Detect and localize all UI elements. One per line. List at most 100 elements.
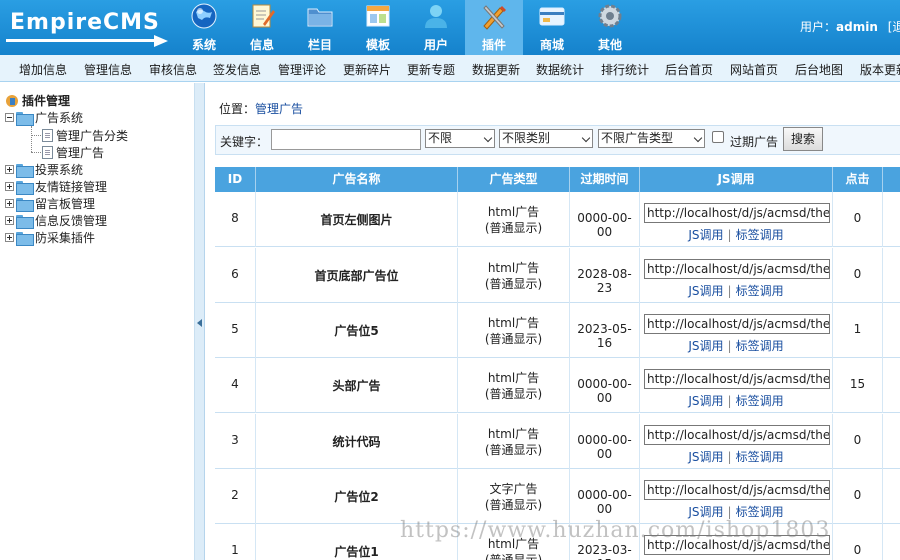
tag-call-link[interactable]: 标签调用 — [736, 505, 784, 519]
quick-review-info[interactable]: 审核信息 — [149, 61, 197, 78]
tree-guestbook[interactable]: 留言板管理 — [5, 195, 95, 212]
quick-update-fragments[interactable]: 更新碎片 — [343, 61, 391, 78]
ad-id: 4 — [231, 377, 239, 391]
expand-icon[interactable] — [5, 233, 14, 242]
ad-name[interactable]: 广告位5 — [256, 322, 457, 339]
tree-root[interactable]: 插件管理 — [5, 92, 70, 109]
cell-js: http://localhost/d/js/acmsd/thea3 JS调用 | 标… — [640, 414, 833, 469]
ad-clicks: 0 — [853, 267, 862, 281]
tag-call-link[interactable]: 标签调用 — [736, 450, 784, 464]
scope-select-value: 不限 — [428, 131, 453, 145]
ad-name[interactable]: 统计代码 — [256, 433, 457, 450]
ad-name[interactable]: 首页左侧图片 — [256, 211, 457, 228]
tree-item-label: 广告系统 — [35, 111, 84, 125]
tree-friend-links[interactable]: 友情链接管理 — [5, 178, 107, 195]
tree-feedback[interactable]: 信息反馈管理 — [5, 212, 107, 229]
js-url-field[interactable]: http://localhost/d/js/acmsd/thea4 — [644, 369, 830, 389]
topnav-template[interactable]: 模板 — [349, 0, 407, 55]
ad-display-mode: (普通显示) — [484, 221, 543, 235]
search-button[interactable]: 搜索 — [783, 127, 823, 151]
collapse-arrow-icon[interactable] — [197, 319, 202, 327]
tree-connector — [31, 152, 41, 153]
tree-item-label: 信息反馈管理 — [35, 214, 108, 228]
quick-manage-comments[interactable]: 管理评论 — [278, 61, 326, 78]
topnav-shop[interactable]: 商城 — [523, 0, 581, 55]
ad-type-select[interactable]: 不限广告类型 — [598, 129, 705, 148]
js-call-link[interactable]: JS调用 — [688, 505, 723, 519]
js-url-field[interactable]: http://localhost/d/js/acmsd/thea3 — [644, 425, 830, 445]
quick-manage-info[interactable]: 管理信息 — [84, 61, 132, 78]
expired-checkbox[interactable] — [712, 131, 724, 143]
quick-admin-home[interactable]: 后台首页 — [665, 61, 713, 78]
cell-id: 1 — [215, 524, 256, 560]
quick-sign-info[interactable]: 签发信息 — [213, 61, 261, 78]
ad-expire: 2023-05-16 — [577, 322, 632, 350]
logout-link[interactable]: [退 — [888, 20, 900, 34]
ad-name[interactable]: 广告位2 — [256, 488, 457, 505]
tag-call-link[interactable]: 标签调用 — [736, 284, 784, 298]
expand-icon[interactable] — [5, 216, 14, 225]
cell-js: http://localhost/d/js/acmsd/thea2 JS调用 | 标… — [640, 469, 833, 524]
quick-data-update[interactable]: 数据更新 — [472, 61, 520, 78]
tree-vote-system[interactable]: 投票系统 — [5, 161, 83, 178]
js-call-link[interactable]: JS调用 — [688, 450, 723, 464]
tag-call-link[interactable]: 标签调用 — [736, 394, 784, 408]
quick-data-stats[interactable]: 数据统计 — [536, 61, 584, 78]
tree-anti-scrape[interactable]: 防采集插件 — [5, 229, 95, 246]
table-row: 3 统计代码 html广告 (普通显示) 0000-00-00 http://lo… — [215, 414, 900, 469]
cell-js: http://localhost/d/js/acmsd/thea6 JS调用 | 标… — [640, 248, 833, 303]
tag-call-link[interactable]: 标签调用 — [736, 339, 784, 353]
table-row: 4 头部广告 html广告 (普通显示) 0000-00-00 http://lo… — [215, 358, 900, 413]
cell-expire: 0000-00-00 — [570, 358, 640, 413]
quick-update-topics[interactable]: 更新专题 — [407, 61, 455, 78]
expand-icon[interactable] — [5, 182, 14, 191]
tree-ad-system[interactable]: 广告系统 — [5, 109, 83, 126]
collapse-icon[interactable] — [5, 113, 14, 122]
category-select[interactable]: 不限类别 — [499, 129, 593, 148]
empirecms-logo[interactable]: EmpireCMS — [6, 8, 171, 48]
breadcrumb-link[interactable]: 管理广告 — [255, 102, 303, 116]
scope-select[interactable]: 不限 — [425, 129, 495, 148]
keyword-input[interactable] — [271, 129, 421, 150]
js-url-field[interactable]: http://localhost/d/js/acmsd/thea5 — [644, 314, 830, 334]
tree-connector — [31, 135, 41, 136]
expand-icon[interactable] — [5, 165, 14, 174]
tree-manage-ad-category[interactable]: 管理广告分类 — [42, 127, 128, 144]
folder-icon — [16, 163, 34, 178]
js-url-field[interactable]: http://localhost/d/js/acmsd/thea2 — [644, 480, 830, 500]
folder-icon — [16, 180, 34, 195]
js-call-link[interactable]: JS调用 — [688, 339, 723, 353]
ad-id: 2 — [231, 488, 239, 502]
keyword-label: 关键字： — [220, 135, 269, 149]
separator: | — [727, 450, 732, 464]
cell-js: http://localhost/d/js/acmsd/thea8 JS调用 | 标… — [640, 192, 833, 247]
topnav-column[interactable]: 栏目 — [291, 0, 349, 55]
cell-type: html广告 (普通显示) — [458, 358, 570, 413]
js-call-link[interactable]: JS调用 — [688, 228, 723, 242]
folder-icon — [16, 197, 34, 212]
js-call-link[interactable]: JS调用 — [688, 394, 723, 408]
tag-call-link[interactable]: 标签调用 — [736, 228, 784, 242]
topnav-plugins[interactable]: 插件 — [465, 0, 523, 55]
quick-add-info[interactable]: 增加信息 — [19, 61, 67, 78]
globe-icon — [191, 3, 217, 29]
quick-version-update[interactable]: 版本更新 — [860, 61, 900, 78]
topnav-info[interactable]: 信息 — [233, 0, 291, 55]
js-call-link[interactable]: JS调用 — [688, 284, 723, 298]
quick-rank-stats[interactable]: 排行统计 — [601, 61, 649, 78]
ad-name[interactable]: 广告位1 — [256, 543, 457, 560]
ad-name[interactable]: 首页底部广告位 — [256, 267, 457, 284]
topnav-system[interactable]: 系统 — [175, 0, 233, 55]
js-url-field[interactable]: http://localhost/d/js/acmsd/thea6 — [644, 259, 830, 279]
quick-admin-map[interactable]: 后台地图 — [795, 61, 843, 78]
tree-manage-ads[interactable]: 管理广告 — [42, 144, 104, 161]
js-url-field[interactable]: http://localhost/d/js/acmsd/thea8 — [644, 203, 830, 223]
user-info: 用户：admin [退 — [800, 18, 900, 35]
topnav-other[interactable]: 其他 — [581, 0, 639, 55]
sidebar-splitter[interactable] — [195, 83, 205, 560]
ad-name[interactable]: 头部广告 — [256, 377, 457, 394]
ad-id: 1 — [231, 543, 239, 557]
quick-site-home[interactable]: 网站首页 — [730, 61, 778, 78]
expand-icon[interactable] — [5, 199, 14, 208]
topnav-user[interactable]: 用户 — [407, 0, 465, 55]
